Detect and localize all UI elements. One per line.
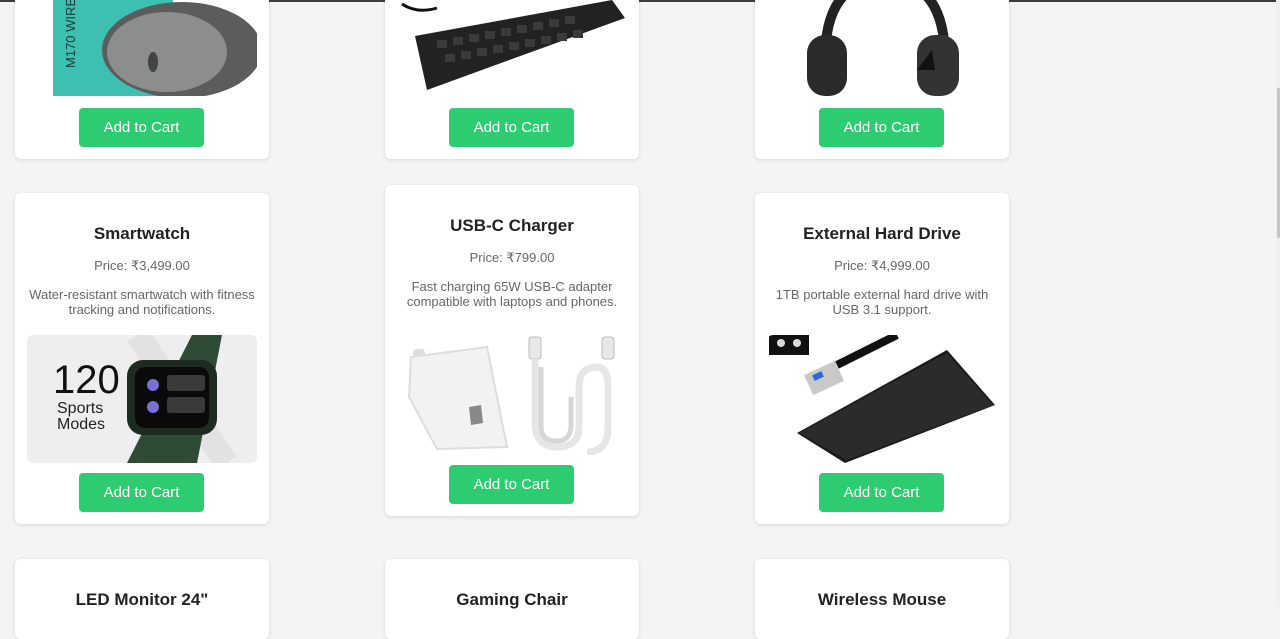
svg-text:Modes: Modes (57, 416, 105, 433)
product-card-mouse: M170 WIRE Add to Cart (15, 0, 269, 159)
product-card-led-monitor: LED Monitor 24" (15, 559, 269, 639)
add-to-cart-button[interactable]: Add to Cart (79, 108, 204, 147)
add-to-cart-button[interactable]: Add to Cart (819, 473, 944, 512)
add-to-cart-button[interactable]: Add to Cart (449, 465, 574, 504)
product-image-headphones (767, 0, 997, 96)
product-card-headphones: Add to Cart (755, 0, 1009, 159)
product-image-external-hard-drive (767, 335, 997, 463)
product-name: Gaming Chair (456, 590, 568, 609)
product-image-usb-c-charger (397, 327, 627, 455)
svg-text:Sports: Sports (57, 400, 103, 417)
product-card-wireless-mouse: Wireless Mouse (755, 559, 1009, 639)
add-to-cart-button[interactable]: Add to Cart (819, 108, 944, 147)
product-image-mouse: M170 WIRE (27, 0, 257, 96)
product-card-gaming-chair: Gaming Chair (385, 559, 639, 639)
product-price: Price: ₹799.00 (469, 250, 555, 265)
svg-text:M170 WIRE: M170 WIRE (63, 0, 78, 68)
product-card-keyboard: Add to Cart (385, 0, 639, 159)
product-name: Wireless Mouse (817, 590, 947, 609)
scrollbar[interactable] (1276, 0, 1280, 604)
product-price: Price: ₹4,999.00 (834, 258, 930, 273)
add-to-cart-button[interactable]: Add to Cart (449, 108, 574, 147)
svg-text:120: 120 (53, 358, 120, 402)
product-name: Smartwatch (93, 224, 191, 243)
product-name: LED Monitor 24" (75, 590, 209, 609)
product-card-smartwatch: Smartwatch Price: ₹3,499.00 Water-resist… (15, 193, 269, 524)
product-card-usb-c-charger: USB-C Charger Price: ₹799.00 Fast chargi… (385, 185, 639, 516)
product-name: External Hard Drive (803, 224, 961, 243)
product-price: Price: ₹3,499.00 (94, 258, 190, 273)
add-to-cart-button[interactable]: Add to Cart (79, 473, 204, 512)
product-description: Water-resistant smartwatch with fitness … (29, 287, 255, 317)
product-name: USB-C Charger (450, 216, 574, 235)
product-description: 1TB portable external hard drive with US… (775, 287, 989, 317)
product-description: Fast charging 65W USB-C adapter compatib… (406, 279, 618, 309)
product-image-smartwatch: 120 Sports Modes (27, 335, 257, 463)
product-image-keyboard (397, 0, 627, 96)
product-card-external-hard-drive: External Hard Drive Price: ₹4,999.00 1TB… (755, 193, 1009, 524)
